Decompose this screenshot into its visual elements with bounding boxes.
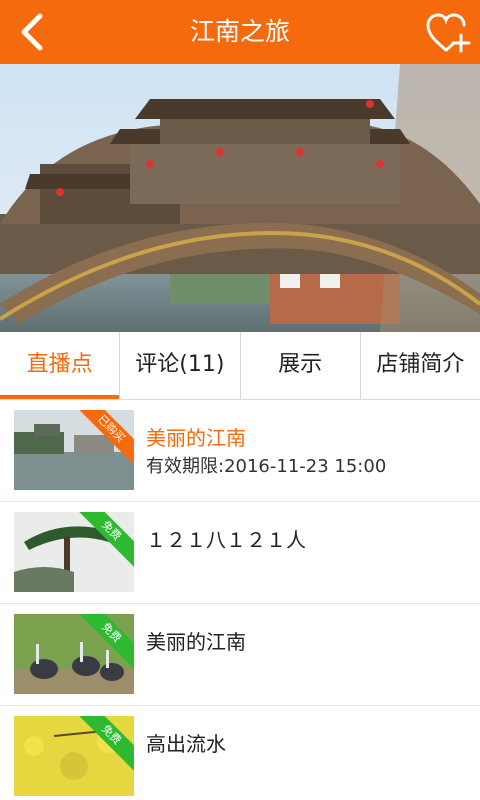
tab-shop-intro[interactable]: 店铺简介	[359, 332, 480, 399]
free-badge: 免费	[78, 716, 134, 772]
list-item-title: 美丽的江南	[146, 630, 246, 654]
tab-showcase[interactable]: 展示	[239, 332, 360, 399]
chevron-left-icon	[21, 13, 43, 51]
tab-comments[interactable]: 评论(11)	[119, 332, 239, 399]
purchased-badge: 已购买	[78, 410, 134, 466]
tab-live-points[interactable]: 直播点	[0, 332, 120, 399]
list-item-title: 美丽的江南	[146, 426, 246, 450]
list-item[interactable]: 免费 １２１八１２１人	[0, 502, 480, 604]
thumbnail: 免费	[14, 614, 134, 694]
top-bar: 江南之旅	[0, 0, 480, 64]
list-item[interactable]: 已购买 美丽的江南 有效期限:2016-11-23 15:00	[0, 400, 480, 502]
heart-plus-icon	[426, 13, 471, 53]
list-item-expiry: 有效期限:2016-11-23 15:00	[146, 456, 387, 477]
thumbnail: 已购买	[14, 410, 134, 490]
tab-bar: 直播点 评论(11) 展示 店铺简介	[0, 332, 480, 400]
covered-bridge-photo	[0, 64, 480, 332]
list-item[interactable]: 免费 高出流水	[0, 706, 480, 800]
list-item[interactable]: 免费 美丽的江南	[0, 604, 480, 706]
back-button[interactable]	[8, 6, 60, 58]
thumbnail: 免费	[14, 512, 134, 592]
page-title: 江南之旅	[189, 17, 290, 46]
banner-image[interactable]	[0, 64, 480, 332]
free-badge: 免费	[78, 512, 134, 568]
live-point-list: 已购买 美丽的江南 有效期限:2016-11-23 15:00 免费 １２１八１…	[0, 400, 480, 800]
thumbnail: 免费	[14, 716, 134, 796]
list-item-title: １２１八１２１人	[146, 528, 306, 552]
list-item-title: 高出流水	[146, 732, 226, 756]
favorite-button[interactable]	[424, 10, 472, 56]
free-badge: 免费	[78, 614, 134, 670]
